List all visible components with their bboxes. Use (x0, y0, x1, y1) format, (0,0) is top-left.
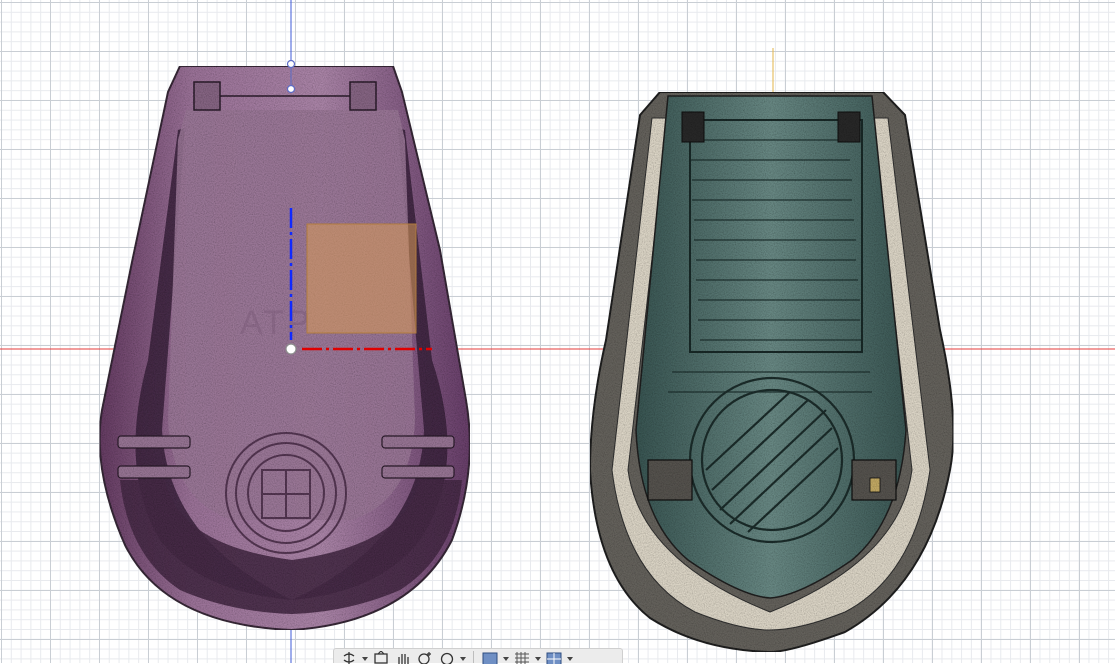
right-top-clip-l (682, 112, 704, 142)
display-settings-caret[interactable] (501, 649, 511, 664)
left-side-tab-4 (382, 466, 454, 478)
top-point-2 (288, 86, 295, 93)
right-side-tab-l (648, 460, 692, 500)
look-at-button[interactable] (370, 649, 392, 664)
sketch-profile-box (307, 224, 416, 333)
zoom-window-button[interactable] (436, 649, 458, 664)
pan-button[interactable] (392, 649, 414, 664)
viewports-caret[interactable] (565, 649, 575, 664)
right-top-clip-r (838, 112, 860, 142)
right-body-floor (636, 96, 906, 598)
toolbar-separator (473, 651, 474, 663)
display-settings-icon (482, 651, 498, 664)
zoom-icon (417, 651, 433, 664)
orbit-menu-caret[interactable] (360, 649, 370, 664)
left-top-clip-l (194, 82, 220, 110)
zoom-menu-caret[interactable] (458, 649, 468, 664)
origin-point (286, 344, 296, 354)
grid-snaps-caret[interactable] (533, 649, 543, 664)
orbit-icon (341, 651, 357, 664)
grid-snaps-button[interactable] (511, 649, 533, 664)
left-side-tab-1 (118, 436, 190, 448)
right-body (590, 92, 953, 652)
top-point-1 (288, 61, 295, 68)
display-settings-button[interactable] (479, 649, 501, 664)
left-side-tab-3 (382, 436, 454, 448)
viewports-icon (546, 651, 562, 664)
pan-hand-icon (395, 651, 411, 664)
viewports-button[interactable] (543, 649, 565, 664)
navigation-toolbar (333, 648, 623, 663)
sketch-watermark: ATP (240, 304, 313, 342)
left-side-tab-2 (118, 466, 190, 478)
orbit-button[interactable] (338, 649, 360, 664)
zoom-button[interactable] (414, 649, 436, 664)
grid-snaps-icon (514, 651, 530, 664)
3d-viewport-canvas[interactable]: ATP (0, 0, 1115, 663)
zoom-window-icon (439, 651, 455, 664)
look-at-icon (373, 651, 389, 664)
viewport-scene: ATP (0, 0, 1115, 663)
left-top-clip-r (350, 82, 376, 110)
